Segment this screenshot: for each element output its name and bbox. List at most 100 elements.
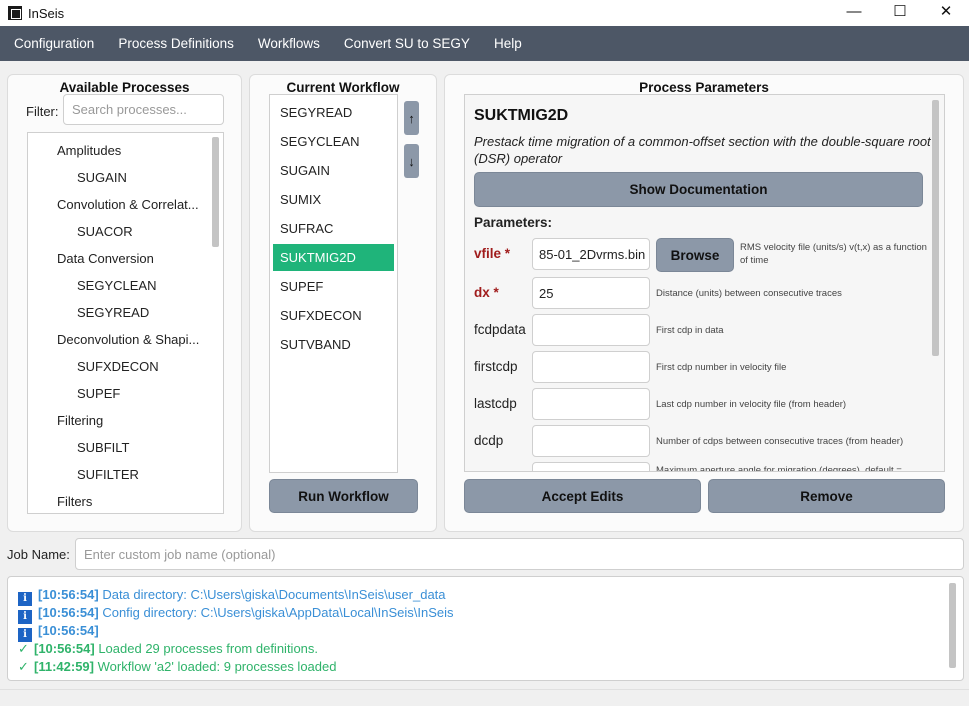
- info-icon: i: [18, 592, 32, 606]
- tree-process[interactable]: SEGYREAD: [77, 305, 149, 320]
- param-name: vfile *: [474, 246, 511, 261]
- param-row-fcdpdata: fcdpdata First cdp in data: [465, 314, 935, 346]
- workflow-item-selected[interactable]: SUKTMIG2D: [273, 244, 394, 271]
- remove-button[interactable]: Remove: [708, 479, 945, 513]
- move-down-button[interactable]: ↓: [404, 144, 419, 178]
- tree-process[interactable]: SUFILTER: [77, 467, 139, 482]
- workflow-item[interactable]: SUFXDECON: [273, 302, 394, 329]
- menu-configuration[interactable]: Configuration: [2, 26, 106, 61]
- param-name: firstcdp: [474, 359, 518, 374]
- workflow-item[interactable]: SUTVBAND: [273, 331, 394, 358]
- info-icon: i: [18, 628, 32, 642]
- parameter-editor: SUKTMIG2D Prestack time migration of a c…: [464, 94, 945, 472]
- param-description: First cdp number in velocity file: [656, 362, 787, 373]
- param-row-vfile: vfile * Browse RMS velocity file (units/…: [465, 238, 935, 272]
- aperture-input[interactable]: [532, 462, 650, 471]
- accept-edits-button[interactable]: Accept Edits: [464, 479, 701, 513]
- param-name: dx *: [474, 285, 499, 300]
- dx-input[interactable]: [532, 277, 650, 309]
- param-description: Last cdp number in velocity file (from h…: [656, 399, 847, 410]
- menu-convert-su-to-segy[interactable]: Convert SU to SEGY: [332, 26, 482, 61]
- tree-process[interactable]: SEGYCLEAN: [77, 278, 156, 293]
- job-name-label: Job Name:: [7, 547, 70, 562]
- tree-scrollbar[interactable]: [212, 137, 219, 247]
- filter-input[interactable]: [63, 94, 224, 125]
- available-processes-title: Available Processes: [59, 80, 190, 95]
- workflow-item[interactable]: SUGAIN: [273, 157, 394, 184]
- title-bar: InSeis — ☐ ✕: [0, 0, 969, 26]
- tree-category[interactable]: Filtering: [57, 413, 103, 428]
- tree-process[interactable]: SUFXDECON: [77, 359, 159, 374]
- workflow-item[interactable]: SEGYREAD: [273, 99, 394, 126]
- process-name: SUKTMIG2D: [474, 107, 569, 124]
- param-name: fcdpdata: [474, 322, 526, 337]
- job-name-input[interactable]: [75, 538, 964, 570]
- process-description: Prestack time migration of a common-offs…: [474, 134, 931, 166]
- log-scrollbar[interactable]: [949, 583, 956, 668]
- param-description: Maximum aperture angle for migration (de…: [656, 465, 902, 472]
- firstcdp-input[interactable]: [532, 351, 650, 383]
- window-controls: — ☐ ✕: [831, 0, 969, 26]
- window-title: InSeis: [28, 5, 65, 21]
- process-tree[interactable]: Amplitudes SUGAIN Convolution & Correlat…: [27, 132, 224, 514]
- dcdp-input[interactable]: [532, 425, 650, 457]
- check-icon: ✓: [18, 641, 29, 656]
- fcdpdata-input[interactable]: [532, 314, 650, 346]
- tree-process[interactable]: SUBFILT: [77, 440, 130, 455]
- menu-bar: Configuration Process Definitions Workfl…: [0, 26, 969, 61]
- param-row-firstcdp: firstcdp First cdp number in velocity fi…: [465, 351, 935, 383]
- tree-process[interactable]: SUPEF: [77, 386, 120, 401]
- browse-button[interactable]: Browse: [656, 238, 734, 272]
- process-parameters-panel: Process Parameters SUKTMIG2D Prestack ti…: [444, 74, 964, 532]
- lastcdp-input[interactable]: [532, 388, 650, 420]
- param-description: RMS velocity file (units/s) v(t,x) as a …: [740, 242, 927, 266]
- process-parameters-title: Process Parameters: [639, 80, 769, 95]
- workflow-item[interactable]: SUPEF: [273, 273, 394, 300]
- param-description: Number of cdps between consecutive trace…: [656, 436, 904, 447]
- current-workflow-panel: Current Workflow SEGYREAD SEGYCLEAN SUGA…: [249, 74, 437, 532]
- tree-process[interactable]: SUACOR: [77, 224, 133, 239]
- menu-help[interactable]: Help: [482, 26, 534, 61]
- params-scrollbar[interactable]: [932, 100, 939, 356]
- param-description: First cdp in data: [656, 325, 724, 336]
- tree-category[interactable]: Filters: [57, 494, 92, 509]
- param-description: Distance (units) between consecutive tra…: [656, 288, 842, 299]
- workflow-item[interactable]: SEGYCLEAN: [273, 128, 394, 155]
- check-icon: ✓: [18, 659, 29, 674]
- maximize-button[interactable]: ☐: [877, 0, 923, 22]
- workflow-item[interactable]: SUFRAC: [273, 215, 394, 242]
- run-workflow-button[interactable]: Run Workflow: [269, 479, 418, 513]
- tree-category[interactable]: Data Conversion: [57, 251, 154, 266]
- status-bar: [0, 689, 969, 706]
- minimize-button[interactable]: —: [831, 0, 877, 22]
- param-name: dcdp: [474, 433, 504, 448]
- log-line: i [10:56:54] Data directory: C:\Users\gis…: [18, 587, 446, 606]
- tree-category[interactable]: Convolution & Correlat...: [57, 197, 199, 212]
- param-name: lastcdp: [474, 396, 517, 411]
- log-line: i [10:56:54] Config directory: C:\Users\g…: [18, 605, 454, 624]
- tree-category[interactable]: Deconvolution & Shapi...: [57, 332, 199, 347]
- param-row-dx: dx * Distance (units) between consecutiv…: [465, 277, 935, 309]
- workflow-list[interactable]: SEGYREAD SEGYCLEAN SUGAIN SUMIX SUFRAC S…: [269, 94, 398, 473]
- tree-category[interactable]: Amplitudes: [57, 143, 121, 158]
- log-line: i [10:56:54]: [18, 623, 99, 642]
- current-workflow-title: Current Workflow: [286, 80, 400, 95]
- tree-process[interactable]: SUGAIN: [77, 170, 127, 185]
- info-icon: i: [18, 610, 32, 624]
- param-row-lastcdp: lastcdp Last cdp number in velocity file…: [465, 388, 935, 420]
- log-line: ✓ [11:42:59] Workflow 'a2' loaded: 9 proc…: [18, 659, 337, 674]
- show-documentation-button[interactable]: Show Documentation: [474, 172, 923, 207]
- available-processes-panel: Available Processes Filter: Amplitudes S…: [7, 74, 242, 532]
- filter-label: Filter:: [26, 104, 59, 119]
- app-icon: [8, 6, 22, 20]
- menu-process-definitions[interactable]: Process Definitions: [106, 26, 246, 61]
- menu-workflows[interactable]: Workflows: [246, 26, 332, 61]
- log-line: ✓ [10:56:54] Loaded 29 processes from def…: [18, 641, 319, 656]
- log-panel: i [10:56:54] Data directory: C:\Users\gis…: [7, 576, 964, 681]
- vfile-input[interactable]: [532, 238, 650, 270]
- param-row-dcdp: dcdp Number of cdps between consecutive …: [465, 425, 935, 457]
- workflow-item[interactable]: SUMIX: [273, 186, 394, 213]
- move-up-button[interactable]: ↑: [404, 101, 419, 135]
- close-button[interactable]: ✕: [923, 0, 969, 22]
- parameters-label: Parameters:: [474, 215, 553, 230]
